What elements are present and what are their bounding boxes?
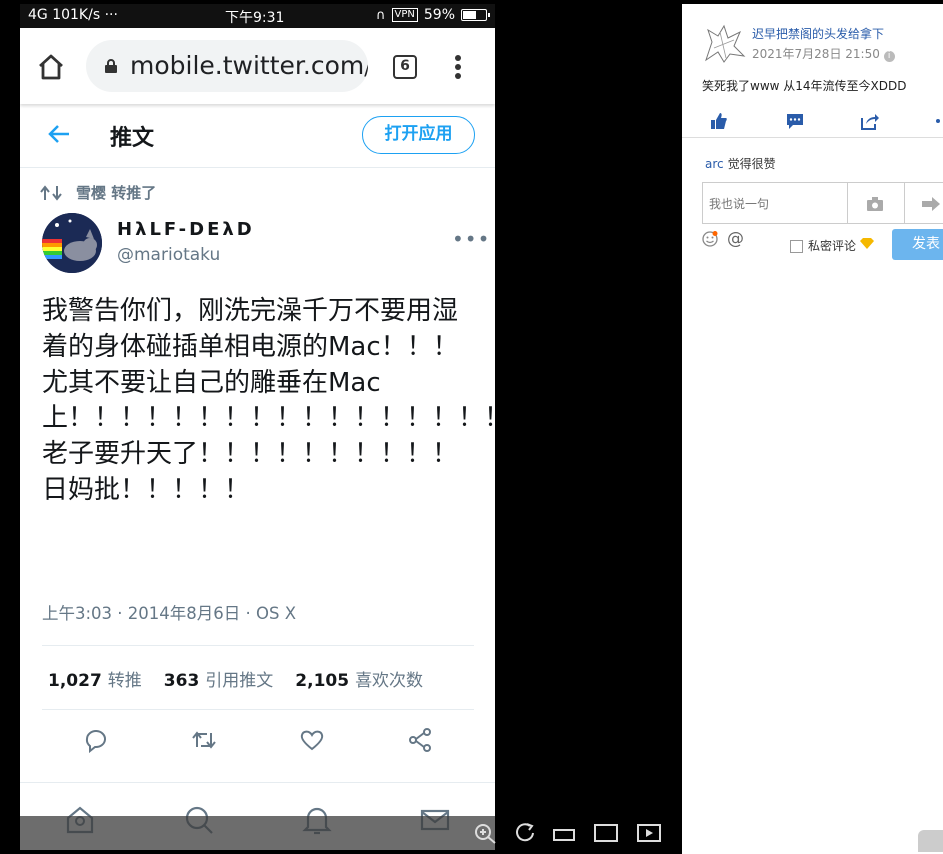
image-viewer: 4G 101K/s ··· 下午9:31 ∩ VPN 59% mobile.tw… bbox=[0, 0, 943, 854]
vpn-badge: VPN bbox=[391, 8, 418, 22]
signal-speed: 4G 101K/s ··· bbox=[28, 7, 118, 23]
slideshow-icon[interactable] bbox=[637, 822, 661, 844]
vip-diamond-icon bbox=[860, 238, 874, 249]
lock-icon bbox=[105, 59, 117, 73]
likers-line: arc 觉得很赞 bbox=[705, 157, 776, 171]
comment-icon[interactable] bbox=[786, 112, 804, 130]
avatar[interactable] bbox=[42, 213, 102, 273]
thumbs-up-icon[interactable] bbox=[710, 112, 728, 130]
camera-icon bbox=[867, 197, 883, 211]
status-bar: 4G 101K/s ··· 下午9:31 ∩ VPN 59% bbox=[20, 4, 495, 28]
tweet-header: 推文 打开应用 bbox=[20, 104, 495, 168]
headphone-icon: ∩ bbox=[376, 7, 386, 23]
retweet-action-icon[interactable] bbox=[191, 727, 217, 753]
comment-username[interactable]: 迟早把禁阁的头发给拿下 bbox=[752, 25, 884, 42]
private-comment-label: 私密评论 bbox=[808, 239, 857, 253]
comment-time: 2021年7月28日 21:50 i bbox=[752, 45, 895, 62]
tweet-timestamp: 上午3:03 · 2014年8月6日 · OS X bbox=[42, 604, 297, 623]
status-time: 下午9:31 bbox=[225, 10, 285, 26]
home-icon[interactable] bbox=[36, 52, 66, 82]
like-count[interactable]: 2,105 喜欢次数 bbox=[295, 666, 423, 691]
rotate-icon[interactable] bbox=[513, 822, 537, 844]
page-title: 推文 bbox=[110, 126, 155, 151]
quote-count[interactable]: 363 引用推文 bbox=[164, 666, 274, 691]
battery-percent: 59% bbox=[423, 7, 455, 23]
viewer-toolbar bbox=[20, 816, 495, 850]
submit-button[interactable]: 发表 bbox=[892, 229, 943, 260]
like-icon[interactable] bbox=[299, 727, 325, 753]
share-icon[interactable] bbox=[407, 727, 433, 753]
retweet-count[interactable]: 1,027 转推 bbox=[48, 666, 142, 691]
phone-screenshot: 4G 101K/s ··· 下午9:31 ∩ VPN 59% mobile.tw… bbox=[20, 4, 495, 850]
divider bbox=[42, 709, 474, 710]
display-name[interactable]: HλLF-DEλD bbox=[117, 219, 255, 240]
liker-name[interactable]: arc bbox=[705, 157, 724, 171]
zoom-in-icon[interactable] bbox=[473, 822, 497, 844]
info-icon: i bbox=[883, 51, 895, 62]
overflow-menu-icon[interactable] bbox=[446, 52, 470, 82]
address-bar[interactable]: mobile.twitter.com/r bbox=[86, 40, 368, 92]
image-upload-button[interactable] bbox=[847, 182, 905, 224]
emoji-icon[interactable] bbox=[702, 231, 718, 247]
divider bbox=[42, 645, 474, 646]
corner-icon[interactable] bbox=[918, 830, 943, 852]
mention-icon[interactable]: @ bbox=[727, 229, 744, 249]
nyan-avatar-icon bbox=[42, 213, 102, 273]
open-app-button[interactable]: 打开应用 bbox=[362, 116, 475, 154]
back-arrow-icon[interactable] bbox=[48, 124, 70, 144]
comment-panel: 迟早把禁阁的头发给拿下 2021年7月28日 21:50 i 笑死我了www 从… bbox=[682, 4, 943, 854]
url-text: mobile.twitter.com/r bbox=[130, 51, 368, 80]
fit-width-icon[interactable] bbox=[552, 822, 576, 844]
sketch-avatar[interactable] bbox=[700, 22, 748, 64]
comment-body: 笑死我了www 从14年流传至今XDDD bbox=[702, 79, 907, 93]
pointer-icon bbox=[922, 197, 940, 211]
more-options-icon[interactable]: ••• bbox=[452, 227, 490, 251]
user-handle[interactable]: @mariotaku bbox=[117, 245, 220, 265]
actual-size-icon[interactable] bbox=[594, 822, 618, 844]
extra-button[interactable] bbox=[904, 182, 943, 224]
retweet-icon bbox=[40, 184, 62, 201]
reply-icon[interactable] bbox=[83, 727, 109, 753]
comment-actions bbox=[682, 104, 943, 138]
reply-input[interactable]: 我也说一句 bbox=[702, 182, 848, 224]
tab-switcher-button[interactable]: 6 bbox=[393, 55, 417, 79]
battery-icon bbox=[461, 9, 490, 21]
tweet-text: 我警告你们，刚洗完澡千万不要用湿着的身体碰插单相电源的Mac！！！尤其不要让自己… bbox=[42, 296, 495, 505]
browser-toolbar: mobile.twitter.com/r 6 bbox=[20, 28, 495, 104]
share-icon[interactable] bbox=[861, 112, 879, 130]
more-icon[interactable] bbox=[934, 112, 943, 130]
tweet-stats: 1,027 转推 363 引用推文 2,105 喜欢次数 bbox=[48, 666, 423, 691]
private-comment-checkbox[interactable] bbox=[790, 240, 803, 253]
retweeted-by[interactable]: 雪樱 转推了 bbox=[40, 182, 156, 203]
